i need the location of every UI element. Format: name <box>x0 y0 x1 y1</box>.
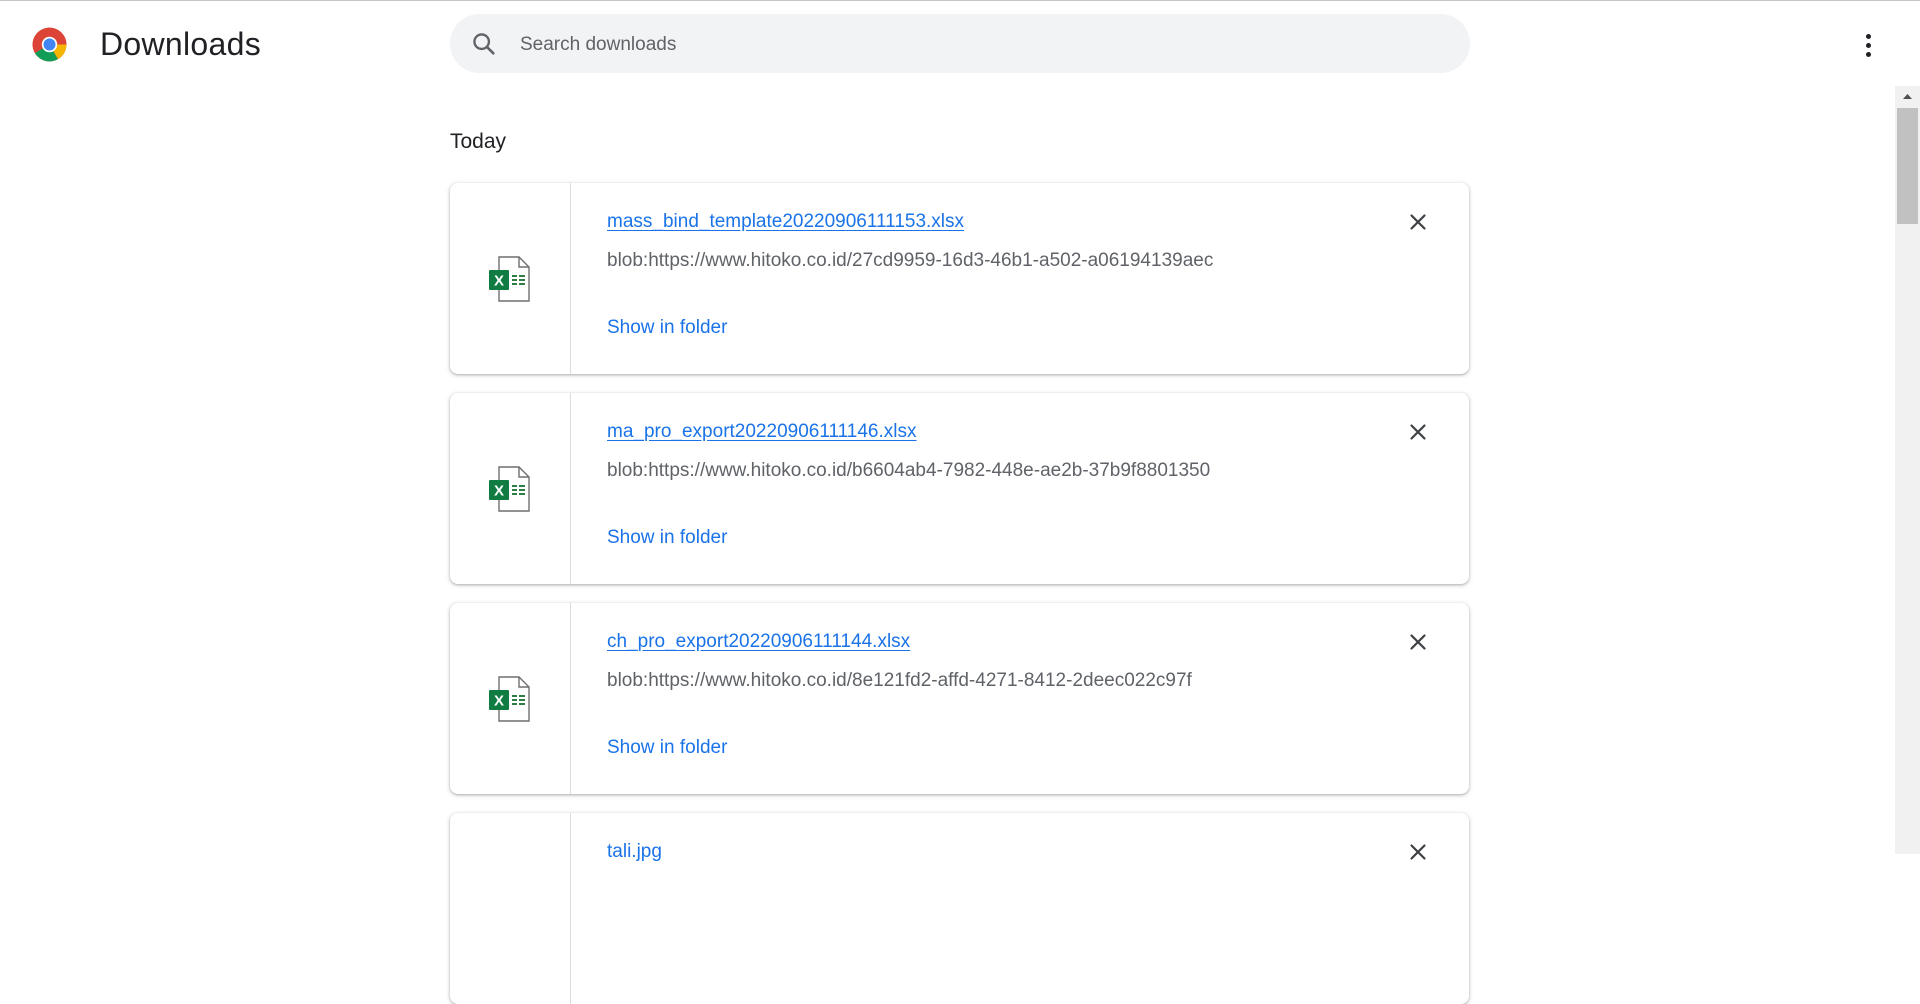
show-in-folder-link[interactable]: Show in folder <box>607 317 727 339</box>
excel-file-icon: X <box>489 676 530 722</box>
download-item: X mass_bind_template20220906111153.xlsx … <box>450 183 1469 374</box>
file-icon-column: X <box>450 603 571 794</box>
download-item: X ma_pro_export20220906111146.xlsx blob:… <box>450 393 1469 584</box>
show-in-folder-link[interactable]: Show in folder <box>607 737 727 759</box>
file-icon-column: X <box>450 183 571 374</box>
search-box[interactable] <box>450 14 1470 75</box>
menu-dot <box>1865 33 1871 39</box>
close-icon[interactable] <box>1405 209 1431 235</box>
scroll-up-arrow-icon[interactable] <box>1895 86 1920 106</box>
scrollbar-thumb[interactable] <box>1897 108 1918 224</box>
file-name-link[interactable]: tali.jpg <box>607 841 662 863</box>
menu-dot <box>1865 42 1871 48</box>
file-icon-column <box>450 813 571 1004</box>
excel-file-icon: X <box>489 256 530 302</box>
downloads-header: Downloads <box>0 1 1920 85</box>
chrome-logo-icon <box>32 27 67 62</box>
search-input[interactable] <box>518 14 1422 75</box>
file-source-url: blob:https://www.hitoko.co.id/b6604ab4-7… <box>607 460 1211 481</box>
svg-text:X: X <box>494 693 504 710</box>
close-icon[interactable] <box>1405 419 1431 445</box>
file-source-url: blob:https://www.hitoko.co.id/8e121fd2-a… <box>607 670 1192 691</box>
file-name-link[interactable]: mass_bind_template20220906111153.xlsx <box>607 211 964 233</box>
section-title-today: Today <box>450 130 507 153</box>
file-name-link[interactable]: ma_pro_export20220906111146.xlsx <box>607 421 917 443</box>
more-vert-icon[interactable] <box>1850 25 1886 65</box>
excel-file-icon: X <box>489 466 530 512</box>
svg-text:X: X <box>494 273 504 290</box>
file-icon-column: X <box>450 393 571 584</box>
svg-text:X: X <box>494 483 504 500</box>
download-item: tali.jpg <box>450 813 1469 1004</box>
download-item: X ch_pro_export20220906111144.xlsx blob:… <box>450 603 1469 794</box>
show-in-folder-link[interactable]: Show in folder <box>607 527 727 549</box>
vertical-scrollbar[interactable] <box>1895 86 1920 854</box>
page-title: Downloads <box>100 26 262 62</box>
menu-dot <box>1865 51 1871 57</box>
close-icon[interactable] <box>1405 629 1431 655</box>
file-name-link[interactable]: ch_pro_export20220906111144.xlsx <box>607 631 910 653</box>
search-icon[interactable] <box>470 30 498 58</box>
close-icon[interactable] <box>1405 839 1431 865</box>
file-source-url: blob:https://www.hitoko.co.id/27cd9959-1… <box>607 250 1214 271</box>
